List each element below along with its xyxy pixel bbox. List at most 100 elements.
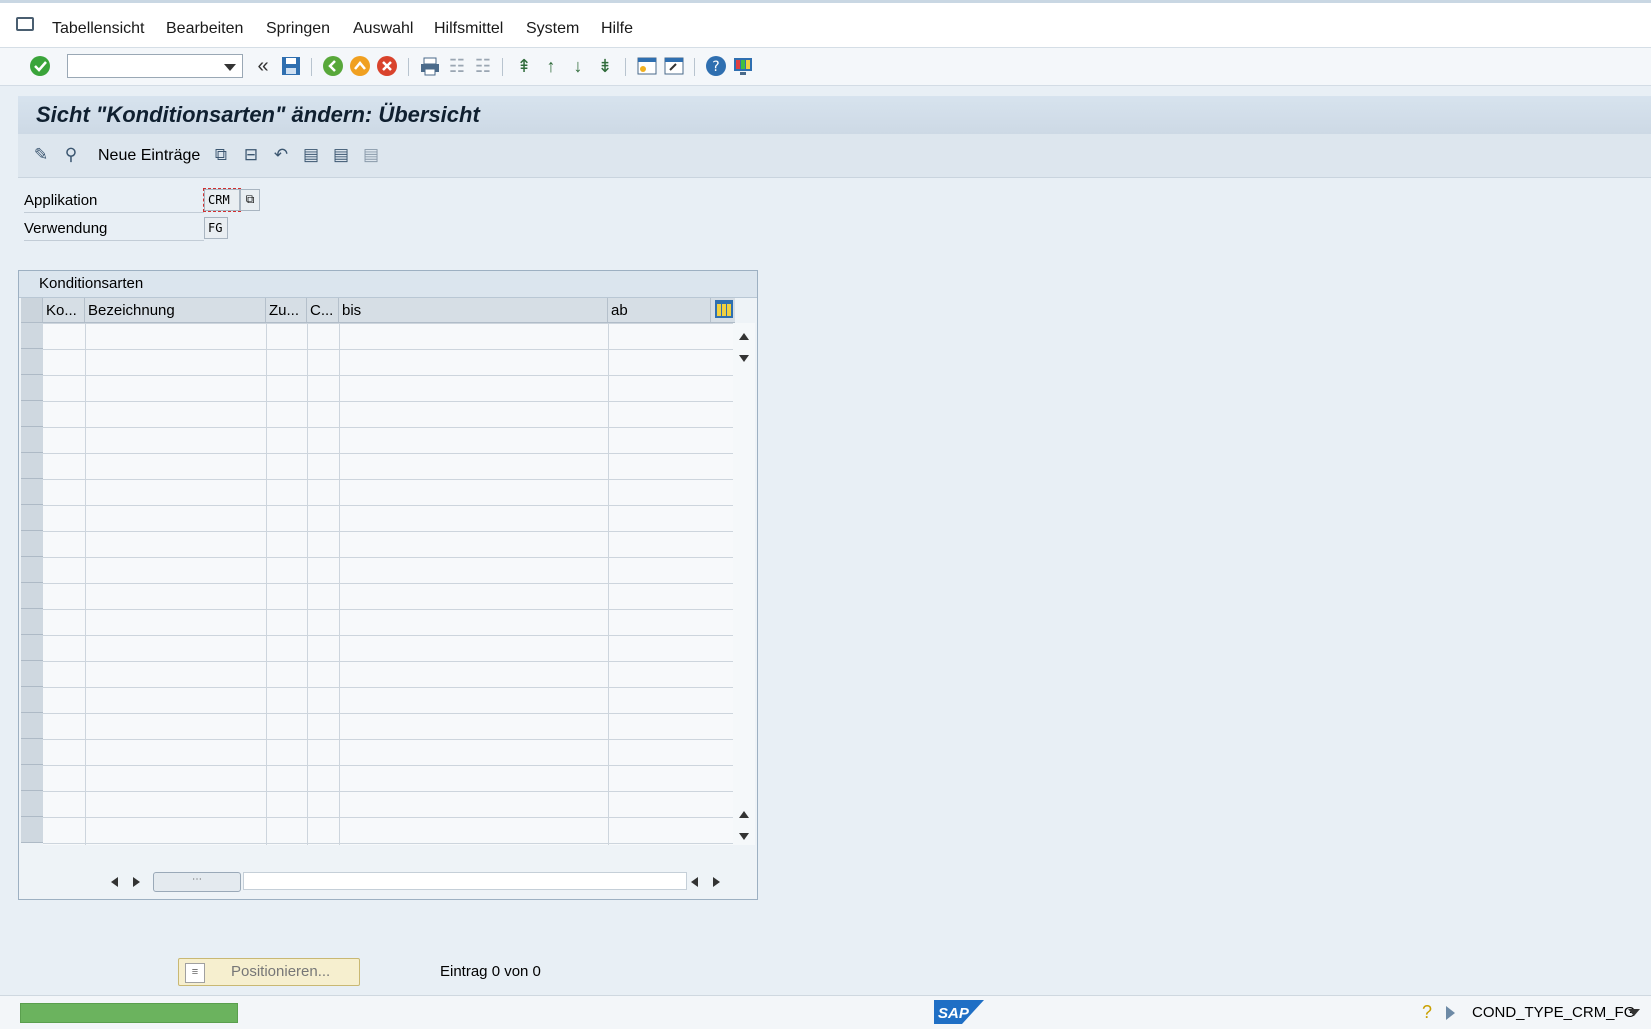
exit-icon[interactable] [348,54,372,78]
find-icon[interactable]: ☷ [445,54,469,78]
find-next-icon[interactable]: ☷ [471,54,495,78]
scroll-page-down-icon[interactable] [739,833,749,840]
command-field[interactable] [67,54,243,78]
chevron-down-icon[interactable] [224,64,236,71]
column-header-ko[interactable]: Ko... [43,298,85,322]
column-header-zu[interactable]: Zu... [266,298,307,322]
scroll-right-icon[interactable] [133,877,140,887]
scroll-right-end-icon[interactable] [713,877,720,887]
row-selector[interactable] [21,479,43,505]
enter-check-icon[interactable] [28,54,52,78]
select-block-icon[interactable]: ▤ [330,144,352,166]
row-selector[interactable] [21,427,43,453]
table-row [43,791,735,792]
double-chevron-left-icon[interactable]: « [251,54,275,78]
row-selector[interactable] [21,349,43,375]
table-row [43,765,735,766]
cancel-icon[interactable] [375,54,399,78]
undo-icon[interactable]: ↶ [270,144,292,166]
menu-tabellensicht[interactable]: Tabellensicht [52,20,145,38]
table-row [43,427,735,428]
scroll-track[interactable] [243,872,687,890]
entry-info: Eintrag 0 von 0 [440,963,541,980]
customize-layout-icon[interactable] [731,54,755,78]
scroll-down-icon[interactable] [739,355,749,362]
row-selector[interactable] [21,791,43,817]
menu-icon[interactable] [16,17,34,31]
copy-icon[interactable]: ⧉ [210,144,232,166]
details-icon[interactable]: ⚲ [60,144,82,166]
value-help-icon[interactable]: ⧉ [240,189,260,211]
column-header-bis[interactable]: bis [339,298,608,322]
menu-bearbeiten[interactable]: Bearbeiten [166,20,243,38]
row-selector[interactable] [21,557,43,583]
row-selector[interactable] [21,583,43,609]
back-icon[interactable] [321,54,345,78]
horizontal-scrollbar[interactable]: ⋯ [85,871,720,893]
print-icon[interactable] [418,54,442,78]
menu-auswahl[interactable]: Auswahl [353,20,413,38]
menu-hilfe[interactable]: Hilfe [601,20,633,38]
expand-status-icon[interactable] [1446,1006,1455,1020]
column-settings-icon[interactable] [715,300,733,318]
vertical-scrollbar[interactable] [733,323,755,845]
first-page-icon[interactable]: ⇞ [512,54,536,78]
column-header-c[interactable]: C... [307,298,339,322]
system-info-dropdown-icon[interactable] [1628,1009,1640,1016]
save-icon[interactable] [279,54,303,78]
row-selector[interactable] [21,739,43,765]
scroll-thumb[interactable]: ⋯ [153,872,241,892]
select-all-icon[interactable]: ▤ [300,144,322,166]
row-selector[interactable] [21,375,43,401]
help-icon[interactable]: ? [704,54,728,78]
column-divider [608,323,609,845]
column-divider [85,323,86,845]
menu-hilfsmittel[interactable]: Hilfsmittel [434,20,503,38]
previous-page-icon[interactable]: ↑ [539,54,563,78]
row-selector[interactable] [21,687,43,713]
row-selector[interactable] [21,505,43,531]
system-info: COND_TYPE_CRM_FG [1472,1004,1636,1021]
scroll-page-up-icon[interactable] [739,811,749,818]
menu-system[interactable]: System [526,20,579,38]
applikation-field[interactable]: CRM [203,188,241,212]
row-selector[interactable] [21,401,43,427]
scroll-up-icon[interactable] [739,333,749,340]
table-row [43,557,735,558]
row-selector[interactable] [21,635,43,661]
row-selector[interactable] [21,661,43,687]
column-header-ab[interactable]: ab [608,298,711,322]
column-divider [266,323,267,845]
table-control: Konditionsarten Ko... Bezeichnung Zu... … [18,270,758,900]
row-selector[interactable] [21,531,43,557]
shortcut-icon[interactable] [662,54,686,78]
new-session-icon[interactable] [635,54,659,78]
scroll-left-end-icon[interactable] [691,877,698,887]
row-selector[interactable] [21,817,43,843]
table-row [43,713,735,714]
scroll-left-icon[interactable] [111,877,118,887]
deselect-all-icon[interactable]: ▤ [360,144,382,166]
table-row [43,479,735,480]
menu-springen[interactable]: Springen [266,20,330,38]
row-selector[interactable] [21,713,43,739]
delete-icon[interactable]: ⊟ [240,144,262,166]
display-change-icon[interactable]: ✎ [30,144,52,166]
help-hint-icon[interactable]: ? [1422,1002,1432,1023]
new-entries-button[interactable]: Neue Einträge [98,147,200,165]
row-selector[interactable] [21,609,43,635]
svg-text:?: ? [712,59,719,75]
next-page-icon[interactable]: ↓ [566,54,590,78]
last-page-icon[interactable]: ⇟ [593,54,617,78]
table-row [43,635,735,636]
table-row [43,349,735,350]
row-selector[interactable] [21,453,43,479]
position-button[interactable]: ≡ Positionieren... [178,958,360,986]
table-row [43,609,735,610]
row-selector[interactable] [21,765,43,791]
row-selector[interactable] [21,323,43,349]
column-header-bezeichnung[interactable]: Bezeichnung [85,298,266,322]
table-row [43,583,735,584]
select-all-rows-cell[interactable] [21,298,43,322]
status-progress [20,1003,238,1023]
